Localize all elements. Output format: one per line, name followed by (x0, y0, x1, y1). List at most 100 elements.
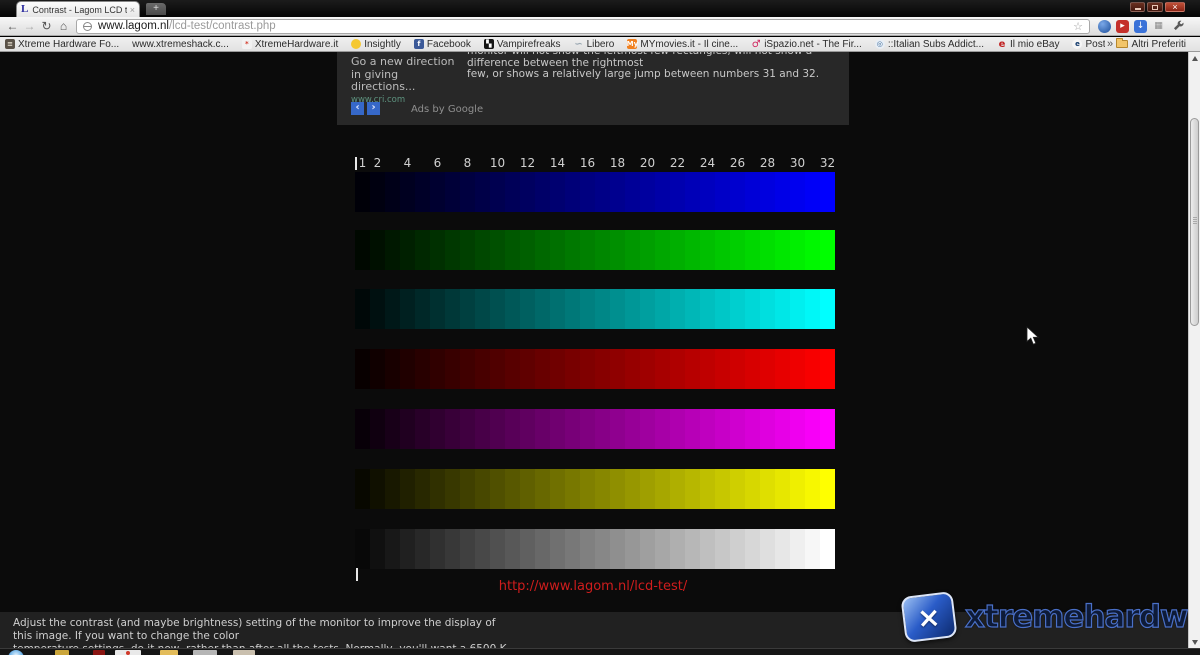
bookmark-label: Vampirefreaks (497, 39, 561, 50)
taskbar-folder[interactable] (160, 650, 178, 655)
new-tab-button[interactable]: + (146, 3, 166, 15)
bookmarks-folder-altri-preferiti[interactable]: Altri Preferiti (1116, 39, 1186, 50)
youtube-extension-icon[interactable]: ▸ (1116, 20, 1129, 33)
xtremehardware-forum-favicon: ≡ (5, 39, 15, 49)
scale-label: 20 (640, 156, 655, 170)
bookmark-star-icon[interactable]: ☆ (1073, 20, 1083, 33)
tab-title: Contrast - Lagom LCD test (32, 5, 126, 15)
scale-label: 18 (610, 156, 625, 170)
bookmark-xtreme-hardware-forum[interactable]: ≡Xtreme Hardware Fo... (5, 39, 119, 50)
window-close-button[interactable]: × (1165, 2, 1185, 12)
thumb-grip-icon (1193, 217, 1197, 224)
scale-label: 6 (434, 156, 442, 170)
bookmark-label: Xtreme Hardware Fo... (18, 39, 119, 50)
window-maximize-button[interactable] (1147, 2, 1163, 12)
scale-label: 12 (520, 156, 535, 170)
watermark-text: xtremehardware.it (965, 599, 1200, 635)
ad-pager: ‹ › (351, 102, 380, 115)
vampirefreaks-favicon: ▚ (484, 39, 494, 49)
bookmarks-overflow-chevron[interactable]: » (1107, 38, 1113, 50)
gradient-bar-magenta (355, 409, 835, 449)
bookmark-libero[interactable]: ∽Libero (574, 39, 615, 50)
taskbar-app-1[interactable] (55, 650, 69, 655)
window-minimize-button[interactable] (1130, 2, 1145, 12)
ad-prev-button[interactable]: ‹ (351, 102, 364, 115)
start-orb[interactable] (8, 650, 24, 655)
ad-headline[interactable]: Go a new direction in giving directions.… (351, 56, 461, 94)
bookmark-xtremeshack[interactable]: www.xtremeshack.c... (132, 39, 229, 50)
lagom-link[interactable]: http://www.lagom.nl/lcd-test/ (337, 579, 849, 594)
tab-close-icon[interactable]: × (130, 5, 135, 15)
lagom-favicon-icon: L (21, 4, 28, 15)
gradient-bar-yellow (355, 469, 835, 509)
scrollbar-thumb[interactable] (1190, 118, 1199, 326)
bookmarks-list: ≡Xtreme Hardware Fo... www.xtremeshack.c.… (0, 39, 1105, 50)
scale-label: 28 (760, 156, 775, 170)
google-ad-box: monitor will not show the leftmost few r… (337, 52, 849, 125)
folder-icon (1116, 40, 1128, 48)
taskbar-app-5[interactable] (233, 650, 255, 655)
back-button[interactable]: ← (4, 19, 21, 33)
ad-next-button[interactable]: › (367, 102, 380, 115)
windows-taskbar[interactable] (0, 648, 1200, 655)
address-bar[interactable]: www.lagom.nl/lcd-test/contrast.php ☆ (76, 19, 1090, 34)
forward-button[interactable]: → (21, 19, 38, 33)
scroll-up-arrow[interactable] (1189, 52, 1200, 64)
url-host: www.lagom.nl (98, 20, 169, 32)
reload-button[interactable]: ↻ (38, 19, 55, 33)
scale-label: 10 (490, 156, 505, 170)
download-extension-icon[interactable]: ↓ (1134, 20, 1147, 33)
scale-label: 8 (464, 156, 472, 170)
scale-label: 2 (374, 156, 382, 170)
bookmark-vampirefreaks[interactable]: ▚Vampirefreaks (484, 39, 561, 50)
profile-extension-icon[interactable] (1098, 20, 1111, 33)
scale-row: 12468101214161820222426283032 (355, 153, 835, 171)
taskbar-app-2[interactable] (93, 650, 105, 655)
scale-label: 26 (730, 156, 745, 170)
libero-favicon: ∽ (574, 39, 584, 49)
scale-label: 1 (359, 156, 367, 170)
taskbar-app-3[interactable] (115, 650, 141, 655)
wrench-menu-icon[interactable] (1172, 20, 1185, 33)
site-globe-icon (83, 22, 92, 31)
gradient-bar-gray (355, 529, 835, 569)
bookmarks-bar: ≡Xtreme Hardware Fo... www.xtremeshack.c.… (0, 37, 1200, 52)
bookmark-label: iSpazio.net - The Fir... (764, 39, 862, 50)
gradient-bar-blue (355, 172, 835, 212)
home-button[interactable]: ⌂ (55, 19, 72, 33)
bookmark-xtremehardware-it[interactable]: *XtremeHardware.it (242, 39, 338, 50)
maximize-icon (1152, 5, 1158, 10)
mouse-cursor-icon (1026, 326, 1040, 346)
scale-label: 4 (404, 156, 412, 170)
taskbar-badge-dot (126, 651, 130, 655)
bookmark-label: Il mio eBay (1010, 39, 1059, 50)
window-controls: × (1130, 2, 1185, 12)
vertical-scrollbar[interactable] (1188, 52, 1200, 648)
intro-paragraph: monitor will not show the leftmost few r… (467, 52, 849, 81)
footer-text: Adjust the contrast (and maybe brightnes… (13, 617, 513, 648)
bookmark-italiansubs[interactable]: ◎::Italian Subs Addict... (875, 39, 984, 50)
xtremehardware-logo-icon: × (900, 591, 957, 643)
gradient-bar-green (355, 230, 835, 270)
bookmark-mymovies[interactable]: MyMYmovies.it - Il cine... (627, 39, 738, 50)
ads-by-google-label[interactable]: Ads by Google (411, 104, 483, 115)
footer-line: Adjust the contrast (and maybe brightnes… (13, 617, 513, 643)
browser-tab[interactable]: L Contrast - Lagom LCD test × (16, 1, 140, 17)
bookmark-facebook[interactable]: fFacebook (414, 39, 471, 50)
bookmark-poste-italiane[interactable]: ePoste Italiane - Hom... (1072, 39, 1105, 50)
scroll-down-arrow[interactable] (1189, 636, 1200, 648)
gradient-bar-red (355, 349, 835, 389)
bookmark-ispazio[interactable]: ♂iSpazio.net - The Fir... (751, 39, 862, 50)
scale-label: 30 (790, 156, 805, 170)
scale-label: 24 (700, 156, 715, 170)
facebook-favicon: f (414, 39, 424, 49)
taskbar-app-4[interactable] (193, 650, 217, 655)
browser-navbar: ← → ↻ ⌂ www.lagom.nl/lcd-test/contrast.p… (0, 17, 1200, 36)
bookmark-insightly[interactable]: Insightly (351, 39, 401, 50)
bookmark-ebay[interactable]: eIl mio eBay (997, 39, 1059, 50)
bookmark-label: ::Italian Subs Addict... (888, 39, 984, 50)
apps-grid-extension-icon[interactable]: ▦ (1152, 20, 1165, 33)
bookmark-label: Insightly (364, 39, 401, 50)
browser-titlebar: L Contrast - Lagom LCD test × + × (0, 0, 1200, 17)
bookmark-label: XtremeHardware.it (255, 39, 338, 50)
